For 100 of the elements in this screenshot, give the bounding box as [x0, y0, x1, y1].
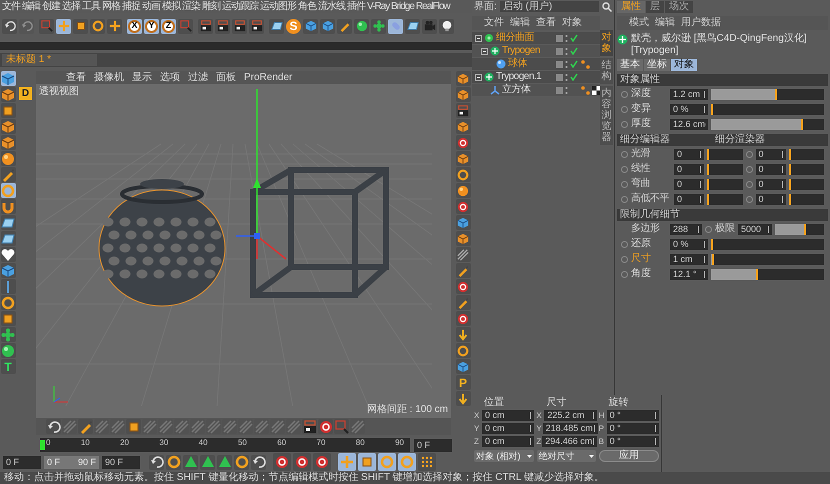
current-frame-field[interactable]: 0 F	[414, 438, 452, 452]
dots-tag-icon[interactable]	[581, 86, 590, 94]
selection-button[interactable]	[39, 18, 54, 34]
value-field[interactable]: 0	[674, 178, 704, 190]
menu-item[interactable]: 选择	[62, 2, 80, 12]
menu-item[interactable]: 编辑	[510, 18, 530, 28]
ring-button[interactable]	[456, 199, 470, 214]
ring-button[interactable]	[456, 343, 470, 358]
ball-button[interactable]	[456, 183, 470, 198]
clapper-button[interactable]	[302, 419, 317, 434]
radio-icon[interactable]	[621, 270, 628, 278]
visibility-dots-icon[interactable]	[565, 86, 568, 94]
slider-track[interactable]	[711, 268, 824, 280]
check-icon[interactable]	[570, 73, 578, 81]
attribute-tab[interactable]: 基本	[617, 59, 643, 71]
hatched-button[interactable]	[456, 247, 470, 262]
spinner-icon[interactable]	[697, 226, 700, 232]
viewport-menu-item[interactable]: 显示	[132, 72, 152, 82]
ring-button[interactable]	[456, 167, 470, 182]
flower-button[interactable]	[0, 327, 16, 342]
ball-button[interactable]	[0, 151, 16, 166]
spinner-icon[interactable]	[780, 150, 784, 158]
menu-item[interactable]: 动画	[142, 2, 160, 12]
ring-button[interactable]	[456, 279, 470, 294]
viewport-menu-item[interactable]: 查看	[66, 72, 86, 82]
visibility-dots-icon[interactable]	[565, 72, 568, 82]
spinner-icon[interactable]	[780, 180, 784, 188]
radio-icon[interactable]	[621, 256, 628, 262]
menu-item[interactable]: RealFlow	[416, 2, 450, 12]
axis-toggle-button[interactable]: X	[127, 18, 142, 34]
menu-item[interactable]: 捕捉	[122, 2, 140, 12]
radio-icon[interactable]	[705, 226, 712, 232]
visibility-dots-icon[interactable]	[565, 46, 568, 56]
ring-button[interactable]	[313, 453, 331, 471]
coordinate-mode-dropdown[interactable]: 对象 (相对)	[474, 450, 534, 462]
layer-square-icon[interactable]	[556, 34, 563, 42]
cube-button[interactable]	[456, 151, 470, 166]
menu-item[interactable]: 文件	[2, 2, 20, 12]
slider-fill[interactable]	[711, 118, 804, 130]
visibility-dots-icon[interactable]	[565, 60, 568, 68]
triangle-button[interactable]	[217, 454, 232, 470]
radio-icon[interactable]	[746, 196, 752, 202]
menu-item[interactable]: 运动图形	[260, 2, 296, 12]
value-field[interactable]: 12.6 cm	[670, 118, 708, 130]
viewport-menu-item[interactable]: 选项	[160, 72, 180, 82]
layer-square-icon[interactable]	[556, 74, 563, 80]
value-field[interactable]: 0 °	[606, 436, 659, 447]
heart-button[interactable]	[0, 247, 16, 262]
spinner-icon[interactable]	[767, 226, 770, 232]
value-field[interactable]: 1 cm	[670, 254, 708, 264]
frame-range-slider[interactable]: 0 F 90 F	[44, 456, 99, 468]
menu-item[interactable]: V-Ray Bridge	[367, 2, 414, 12]
expand-toggle-icon[interactable]	[475, 34, 482, 42]
layer-square-icon[interactable]	[556, 86, 563, 94]
end-frame-field[interactable]: 90 F	[102, 456, 140, 468]
move-gizmo-drawing[interactable]	[235, 88, 287, 260]
value-field[interactable]: 0 %	[670, 104, 708, 114]
value-field[interactable]: 0	[756, 194, 786, 204]
side-tab[interactable]: 内容浏览器	[600, 86, 613, 145]
layer-square-icon[interactable]	[556, 48, 563, 54]
value-field[interactable]: 0	[674, 194, 704, 204]
radio-icon[interactable]	[746, 180, 752, 188]
display-badge[interactable]: D	[19, 87, 32, 100]
value-field[interactable]: 225.2 cm	[544, 410, 597, 421]
menu-item[interactable]: 流水线	[318, 2, 345, 12]
value-field[interactable]: 0	[756, 164, 786, 174]
cube-button[interactable]	[0, 135, 16, 150]
spinner-icon[interactable]	[703, 240, 706, 248]
axis-toggle-button[interactable]: Y	[144, 18, 159, 34]
slider-track[interactable]	[711, 238, 824, 250]
pen-button[interactable]	[456, 295, 470, 310]
cube-button[interactable]	[456, 359, 470, 374]
cube-button[interactable]	[456, 71, 470, 86]
ring-button[interactable]	[0, 183, 16, 198]
slider-fill[interactable]	[711, 268, 758, 280]
spinner-icon[interactable]	[703, 106, 706, 112]
value-field[interactable]: 0	[674, 148, 704, 160]
spinner-icon[interactable]	[703, 270, 706, 278]
value-field[interactable]: 1.2 cm	[670, 88, 708, 100]
cross-button[interactable]	[107, 18, 122, 34]
slider-track[interactable]	[788, 178, 824, 190]
cube-button[interactable]	[456, 119, 470, 134]
panel-tab[interactable]: 场次	[665, 0, 693, 12]
radio-icon[interactable]	[621, 120, 628, 128]
slider-track[interactable]	[788, 194, 824, 204]
spinner-icon[interactable]	[780, 196, 784, 202]
spinner-icon[interactable]	[699, 166, 702, 172]
spinner-icon[interactable]	[699, 150, 702, 158]
plane-button[interactable]	[269, 18, 284, 34]
menu-item[interactable]: 模拟	[162, 2, 180, 12]
slider-track[interactable]	[707, 194, 742, 204]
triangle-button[interactable]	[183, 454, 198, 470]
clapper-button[interactable]	[215, 18, 230, 34]
plane-button[interactable]	[0, 215, 16, 230]
undo-button[interactable]	[149, 454, 164, 470]
slider-track[interactable]	[788, 164, 824, 174]
clapper-button[interactable]	[249, 18, 264, 34]
menu-item[interactable]: 雕刻	[202, 2, 220, 12]
slider-track[interactable]	[707, 164, 742, 174]
value-field[interactable]: 0 %	[670, 238, 708, 250]
